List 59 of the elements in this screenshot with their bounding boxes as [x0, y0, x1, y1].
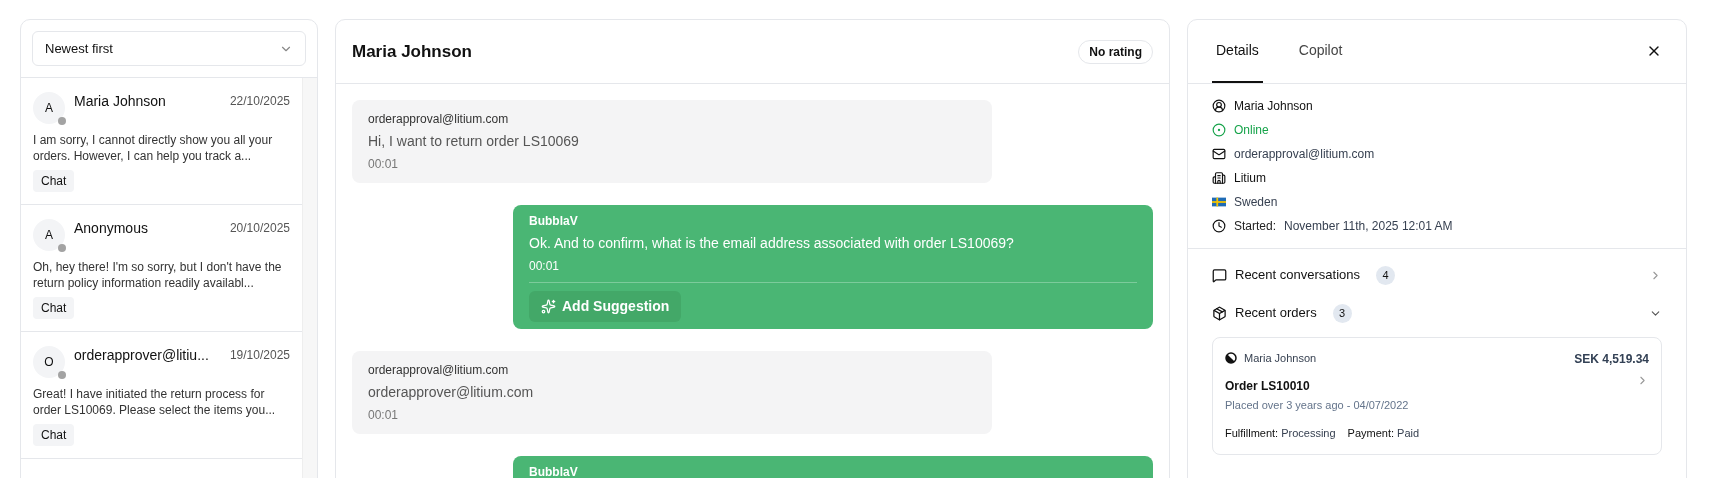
- detail-label: Started:: [1234, 218, 1277, 235]
- chat-title: Maria Johnson: [352, 40, 472, 63]
- panel-tab[interactable]: Copilot: [1294, 19, 1347, 83]
- message-text: Ok. And to confirm, what is the email address associated with order LS10069?: [529, 234, 1015, 253]
- channel-tag: Chat: [33, 297, 75, 319]
- message-text: orderapprover@litium.com: [368, 383, 535, 402]
- detail-value: Maria Johnson: [1234, 98, 1313, 115]
- message-time: 00:01: [368, 407, 400, 424]
- clock-icon: [1212, 219, 1226, 233]
- sort-select[interactable]: Newest first: [32, 31, 306, 66]
- message-sender: orderapproval@litium.com: [368, 111, 510, 128]
- avatar: O: [33, 346, 65, 378]
- detail-value: Sweden: [1234, 194, 1278, 211]
- user-icon: [1212, 99, 1226, 113]
- count-badge: 3: [1332, 303, 1352, 323]
- detail-value: Online: [1234, 122, 1269, 139]
- chat-icon: [1212, 267, 1227, 283]
- order-customer: Maria Johnson: [1244, 351, 1317, 366]
- message-sender: BubblaV: [529, 213, 579, 230]
- conversation-date: 22/10/2025: [229, 93, 290, 110]
- contact-name: Maria Johnson: [74, 92, 167, 110]
- message-sender: BubblaV: [529, 464, 579, 478]
- sparkles-icon: [541, 299, 556, 314]
- order-card[interactable]: Maria Johnson Order LS10010 Placed over 3 years ago - 04/07/2022 Fulfillment: Processing Payment: Paid SEK 4,519.34: [1212, 337, 1662, 455]
- half-circle-icon: [1225, 352, 1237, 365]
- conversation-date: 20/10/2025: [229, 220, 290, 237]
- contact-name: orderapprover@litiu...: [74, 346, 210, 364]
- channel-tag: Chat: [33, 170, 75, 192]
- order-date: Placed over 3 years ago - 04/07/2022: [1225, 397, 1410, 413]
- status-icon: [1212, 123, 1226, 137]
- message-time: 00:01: [368, 156, 400, 173]
- avatar: A: [33, 92, 65, 124]
- order-total: SEK 4,519.34: [1574, 351, 1649, 368]
- contact-name: Anonymous: [74, 219, 149, 237]
- fulfillment-status: Processing: [1281, 426, 1336, 441]
- package-icon: [1212, 305, 1227, 321]
- message-text: Hi, I want to return order LS10069: [368, 132, 580, 151]
- avatar: A: [33, 219, 65, 251]
- message-sender: orderapproval@litium.com: [368, 362, 510, 379]
- section-header[interactable]: Recent orders 3: [1212, 301, 1662, 325]
- message-time: 00:01: [529, 258, 561, 275]
- detail-value: November 11th, 2025 12:01 AM: [1284, 218, 1453, 235]
- payment-label: Payment:: [1347, 426, 1395, 441]
- detail-value: Litium: [1234, 170, 1266, 187]
- fulfillment-label: Fulfillment:: [1225, 426, 1279, 441]
- message-preview: I am sorry, I cannot directly show you all your orders. However, I can help you track a...: [33, 132, 274, 164]
- flag-icon: [1212, 197, 1226, 207]
- message-preview: Great! I have initiated the return process for order LS10069. Please select the items you...: [33, 386, 277, 418]
- panel-tab[interactable]: Details: [1212, 19, 1263, 83]
- mail-icon: [1212, 147, 1226, 161]
- message-preview: Oh, hey there! I'm so sorry, but I don't have the return policy information readily availabl...: [33, 259, 283, 291]
- count-badge: 4: [1376, 265, 1395, 285]
- building-icon: [1212, 171, 1226, 185]
- channel-tag: Chat: [33, 424, 75, 446]
- detail-value: orderapproval@litium.com: [1234, 146, 1375, 163]
- section-header[interactable]: Recent conversations 4: [1212, 263, 1662, 287]
- payment-status: Paid: [1397, 426, 1420, 441]
- order-title: Order LS10010: [1225, 377, 1311, 395]
- conversation-date: 19/10/2025: [229, 347, 290, 364]
